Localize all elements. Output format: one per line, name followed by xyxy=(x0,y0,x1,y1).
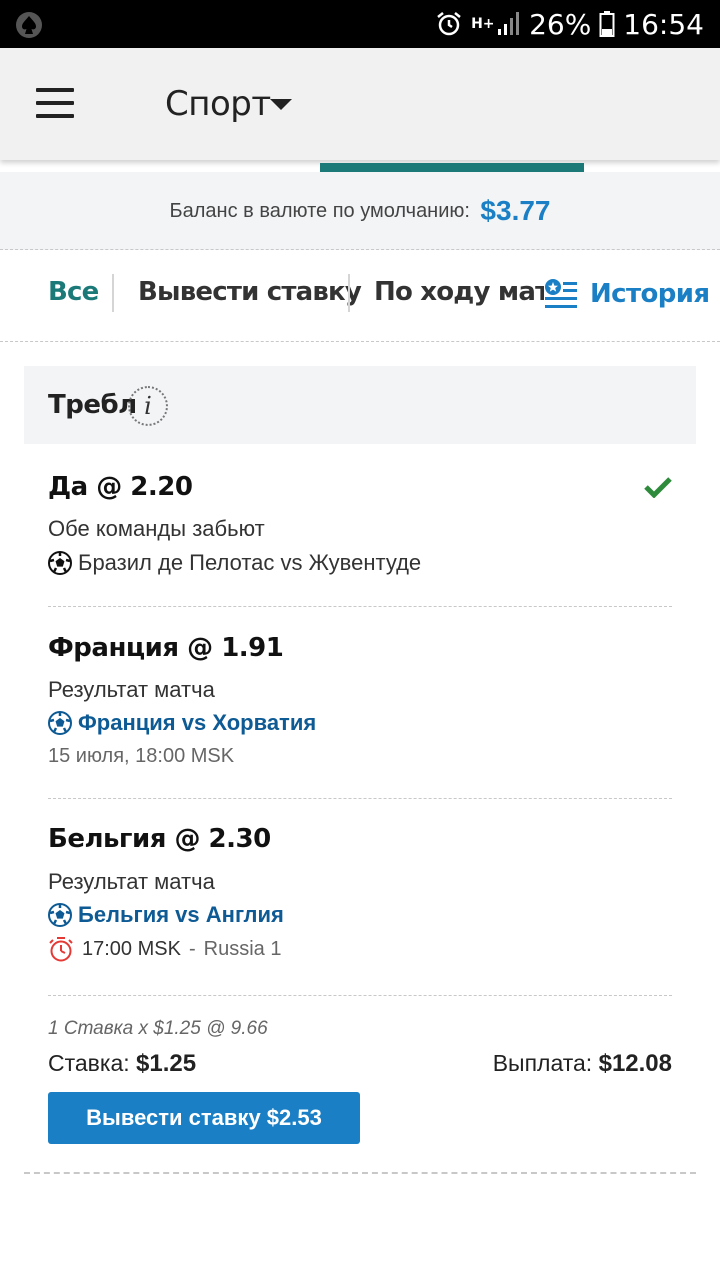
checkmark-icon xyxy=(644,477,672,498)
active-tab-indicator xyxy=(320,163,584,172)
section-title-dropdown[interactable]: Спорт xyxy=(165,84,271,124)
leg-time-row: 17:00 MSK - Russia 1 xyxy=(48,936,281,962)
alarm-icon xyxy=(437,12,461,36)
history-button[interactable]: История xyxy=(544,278,710,310)
leg-start-time: 15 июля, 18:00 MSK xyxy=(48,745,235,767)
battery-icon xyxy=(599,11,615,37)
leg-event-row: Бразил де Пелотас vs Жувентуде xyxy=(48,550,421,576)
bet-leg: Бельгия @ 2.30 Результат матча Бельгия v… xyxy=(48,799,672,996)
stake-amount: $1.25 xyxy=(136,1050,197,1077)
bet-filter-tabs: Все Вывести ставку По ходу матча История xyxy=(0,250,720,342)
leg-event: Бразил де Пелотас vs Жувентуде xyxy=(78,550,422,575)
balance-amount: $3.77 xyxy=(480,195,551,226)
network-type-label: H+ xyxy=(471,16,495,32)
stake-row: Ставка: $1.25 xyxy=(48,1050,196,1078)
leg-event-row[interactable]: Франция vs Хорватия xyxy=(48,710,316,736)
timer-icon xyxy=(49,937,73,962)
leg-event-row[interactable]: Бельгия vs Англия xyxy=(48,902,284,928)
hamburger-menu-icon[interactable] xyxy=(36,86,76,120)
signal-icon xyxy=(498,12,520,35)
clock: 16:54 xyxy=(623,7,704,41)
filter-tab-all[interactable]: Все xyxy=(48,277,99,307)
soccer-ball-icon xyxy=(48,903,72,927)
leg-selection: Франция @ 1.91 xyxy=(48,633,284,663)
leg-selection: Да @ 2.20 xyxy=(48,472,193,502)
bet-leg: Да @ 2.20 Обе команды забьют Бразил де П… xyxy=(48,444,672,607)
cashout-button[interactable]: Вывести ставку $2.53 xyxy=(48,1092,360,1144)
info-icon[interactable]: i xyxy=(128,386,168,426)
tab-divider xyxy=(348,274,350,312)
battery-percent: 26% xyxy=(529,7,592,41)
bet-leg: Франция @ 1.91 Результат матча Франция v… xyxy=(48,607,672,799)
history-label: История xyxy=(590,279,710,309)
leg-market: Обе команды забьют xyxy=(48,516,265,541)
soccer-ball-icon xyxy=(48,551,72,575)
balance-bar: Баланс в валюте по умолчанию: $3.77 xyxy=(0,172,720,250)
bet-summary: 1 Ставка x $1.25 @ 9.66 xyxy=(48,1018,268,1039)
bet-card-header: Требл i xyxy=(24,366,696,444)
soccer-ball-icon xyxy=(48,711,72,735)
payout-row: Выплата: $12.08 xyxy=(493,1050,672,1078)
filter-tab-cashout[interactable]: Вывести ставку xyxy=(138,277,362,307)
tab-divider xyxy=(112,274,114,312)
stake-label: Ставка: xyxy=(48,1050,130,1076)
tv-channel: Russia 1 xyxy=(203,937,282,960)
pokerstars-spade-icon xyxy=(16,12,42,38)
history-list-icon xyxy=(545,279,577,308)
leg-market: Результат матча xyxy=(48,869,215,894)
payout-amount: $12.08 xyxy=(598,1050,672,1077)
leg-start-time: 17:00 MSK xyxy=(82,937,181,960)
leg-event-link[interactable]: Бельгия vs Англия xyxy=(78,902,284,928)
leg-selection: Бельгия @ 2.30 xyxy=(48,824,271,854)
divider xyxy=(24,1172,696,1174)
caret-down-icon[interactable] xyxy=(270,99,292,110)
app-bar: Спорт xyxy=(0,48,720,160)
balance-label: Баланс в валюте по умолчанию: xyxy=(169,200,470,222)
status-bar: H+ 26% 16:54 xyxy=(0,0,720,48)
leg-market: Результат матча xyxy=(48,677,215,702)
payout-label: Выплата: xyxy=(492,1050,593,1076)
leg-event-link[interactable]: Франция vs Хорватия xyxy=(78,710,316,736)
bet-type-label: Требл xyxy=(48,390,137,420)
